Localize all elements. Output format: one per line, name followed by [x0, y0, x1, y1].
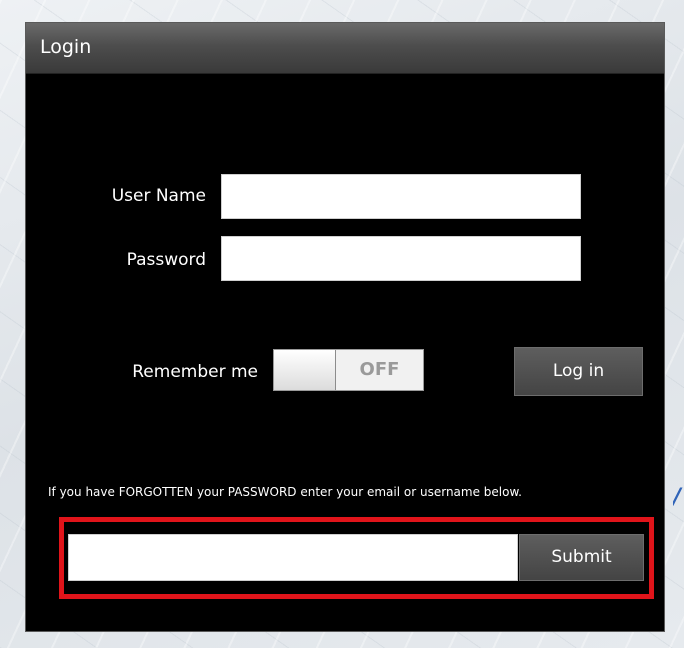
password-input[interactable] [221, 236, 581, 281]
login-button[interactable]: Log in [514, 347, 643, 396]
toggle-state-label: OFF [359, 359, 400, 380]
username-input[interactable] [221, 174, 581, 219]
title-bar: Login [26, 23, 664, 74]
remember-me-toggle[interactable]: OFF [273, 349, 424, 391]
remember-me-label: Remember me [132, 362, 258, 382]
highlight-annotation [59, 517, 654, 599]
toggle-thumb[interactable] [274, 350, 336, 390]
forgot-password-instructions: If you have FORGOTTEN your PASSWORD ente… [48, 485, 522, 499]
window-title: Login [40, 36, 92, 58]
login-window: Login User Name Password Remember me OFF… [25, 22, 665, 632]
background-decoration-mark: / [673, 487, 682, 509]
password-label: Password [126, 250, 206, 270]
username-label: User Name [111, 186, 206, 206]
